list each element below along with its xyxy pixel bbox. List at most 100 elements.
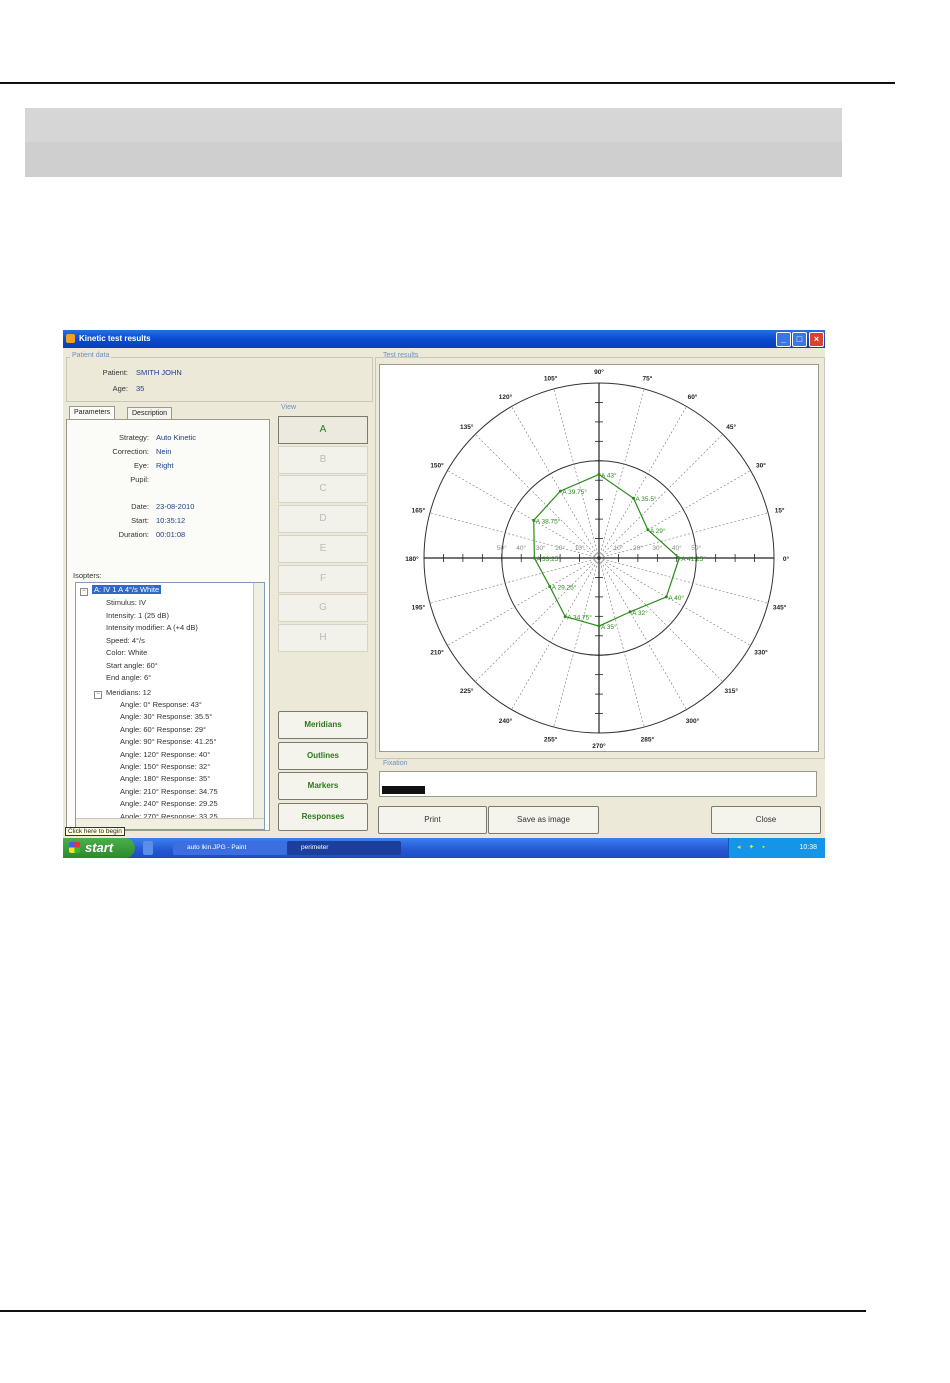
view-button-d[interactable]: D — [278, 505, 368, 534]
fixation-bar — [382, 786, 425, 794]
radial-gridline — [598, 434, 723, 559]
isopter-point-label: A 39.75° — [562, 488, 587, 496]
param-eye-value: Right — [156, 461, 174, 470]
responses-button[interactable]: Responses — [278, 802, 368, 831]
view-button-h[interactable]: H — [278, 623, 368, 652]
system-tray: ◂ ✦ ▪ 10:38 — [728, 838, 825, 858]
meridian-item[interactable]: Angle: 210° Response: 34.75 — [120, 787, 218, 796]
isopter-selected[interactable]: A: IV 1 A 4°/s White — [92, 585, 162, 594]
polar-chart-panel: 10° 10° 20° 20° 30° 30° 40° 40° 50° 50° 0° 15° 30° 45… — [379, 364, 819, 752]
isopter-point-label: A 29° — [650, 527, 666, 535]
radial-gridline — [511, 557, 600, 710]
angle-label: 120° — [499, 393, 513, 401]
windows-flag-icon — [69, 842, 80, 853]
isopter-node[interactable]: − A: IV 1 A 4°/s White — [80, 585, 162, 596]
header-band-bottom — [25, 142, 842, 177]
param-date-value: 23-08-2010 — [156, 502, 195, 511]
tab-parameters[interactable]: Parameters — [69, 406, 116, 419]
outlines-button[interactable]: Outlines — [278, 741, 368, 770]
param-duration-value: 00:01:08 — [156, 530, 186, 539]
radial-tick-label: 20° — [555, 544, 565, 552]
meridian-item[interactable]: Angle: 120° Response: 40° — [120, 750, 210, 759]
meridian-item[interactable]: Angle: 30° Response: 35.5° — [120, 712, 212, 721]
radial-gridline — [598, 557, 645, 728]
print-button[interactable]: Print — [378, 806, 487, 834]
view-button-c[interactable]: C — [278, 475, 368, 504]
view-button-g[interactable]: G — [278, 594, 368, 623]
angle-label: 135° — [460, 423, 474, 431]
radial-gridline — [598, 406, 687, 559]
radial-gridline — [475, 434, 600, 559]
minimize-icon[interactable]: _ — [776, 332, 791, 347]
angle-label: 315° — [725, 687, 739, 695]
patient-age-value: 35 — [136, 384, 145, 393]
window-titlebar: Kinetic test results _ □ × — [63, 330, 825, 348]
isopter-point-label: A 41.25° — [681, 555, 706, 563]
isopter-property: Start angle: 60° — [106, 660, 158, 670]
angle-label: 15° — [775, 507, 785, 515]
start-button[interactable]: start — [63, 838, 135, 858]
visual-field-polar-chart: 10° 10° 20° 20° 30° 30° 40° 40° 50° 50° 0° 15° 30° 45… — [405, 368, 789, 750]
radial-gridline — [598, 557, 723, 682]
isopter-property: Color: White — [106, 648, 148, 657]
isopter-point-label: A 38.75° — [536, 517, 561, 525]
angle-label: 75° — [642, 374, 652, 382]
radial-gridline — [598, 512, 769, 559]
param-strategy-label: Strategy: — [118, 433, 149, 442]
param-correction-label: Correction: — [112, 447, 149, 456]
fixation-label: Fixation — [381, 760, 410, 767]
patient-name-label: Patient: — [102, 368, 128, 377]
isopter-property: End angle: 6° — [106, 673, 152, 682]
tray-icons: ◂ ✦ ▪ — [737, 844, 768, 851]
radial-tick-label: 20° — [633, 544, 643, 552]
collapse-icon[interactable]: − — [80, 588, 88, 596]
maximize-icon[interactable]: □ — [792, 332, 807, 347]
view-label: View — [279, 404, 299, 411]
param-start-label: Start: — [131, 516, 149, 525]
meridians-node[interactable]: − Meridians: 12 — [94, 688, 151, 699]
isopter-property: Intensity: 1 (25 dB) — [106, 610, 169, 620]
radial-tick-label: 50° — [497, 544, 507, 552]
collapse-icon[interactable]: − — [94, 691, 102, 699]
page-top-rule — [0, 82, 895, 84]
view-button-a[interactable]: A — [278, 416, 368, 444]
windows-taskbar: start auto lkin.JPG - Paint perimeter ◂ … — [63, 838, 825, 858]
meridian-item[interactable]: Angle: 180° Response: 35° — [120, 774, 210, 783]
meridian-item[interactable]: Angle: 240° Response: 29.25 — [120, 799, 218, 808]
taskbar-item-perimeter[interactable]: perimeter — [287, 841, 401, 855]
radial-gridline — [511, 406, 600, 559]
window-title: Kinetic test results — [79, 334, 151, 343]
radial-gridline — [598, 557, 687, 710]
patient-data-group — [66, 357, 373, 402]
meridian-item[interactable]: Angle: 90° Response: 41.25° — [120, 737, 216, 746]
isopter-point-label: A 32° — [632, 609, 648, 617]
app-icon — [66, 334, 75, 343]
isopter-tree[interactable]: − A: IV 1 A 4°/s White Stimulus: IV Intens… — [75, 582, 265, 830]
view-button-e[interactable]: E — [278, 534, 368, 563]
taskbar-item-paint[interactable]: auto lkin.JPG - Paint — [173, 841, 287, 855]
meridian-item[interactable]: Angle: 150° Response: 32° — [120, 762, 210, 771]
view-button-b[interactable]: B — [278, 445, 368, 474]
param-date-label: Date: — [131, 502, 149, 511]
quicklaunch-icon[interactable] — [143, 841, 153, 855]
meridian-item[interactable]: Angle: 60° Response: 29° — [120, 725, 206, 734]
angle-label: 90° — [594, 368, 604, 376]
angle-label: 330° — [754, 649, 768, 657]
isopter-point-label: A 34.75° — [567, 614, 592, 622]
close-icon[interactable]: × — [809, 332, 824, 347]
tree-vertical-scrollbar[interactable] — [253, 583, 264, 818]
radial-gridline — [447, 557, 600, 646]
isopters-label: Isopters: — [73, 571, 102, 580]
meridians-button[interactable]: Meridians — [278, 711, 368, 739]
meridians-label: Meridians: 12 — [106, 688, 152, 697]
isopter-property: Speed: 4°/s — [106, 635, 145, 645]
param-correction-value: Nein — [156, 447, 172, 456]
view-button-f[interactable]: F — [278, 564, 368, 593]
patient-name-value: SMITH JOHN — [136, 368, 182, 377]
radial-gridline — [429, 557, 600, 604]
markers-button[interactable]: Markers — [278, 772, 368, 800]
isopter-property: Intensity modifier: A (+4 dB) — [106, 623, 198, 632]
save-image-button[interactable]: Save as image — [488, 806, 599, 834]
meridian-item[interactable]: Angle: 0° Response: 43° — [120, 700, 202, 709]
close-button[interactable]: Close — [711, 806, 821, 834]
